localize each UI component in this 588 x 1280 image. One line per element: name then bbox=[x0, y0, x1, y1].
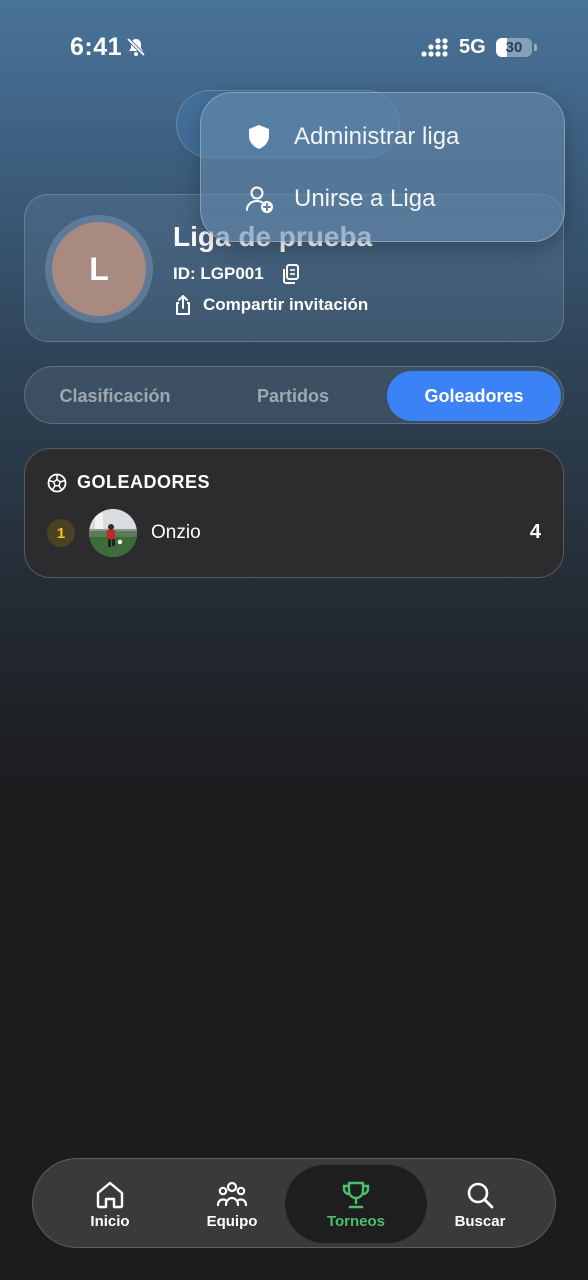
rank-badge: 1 bbox=[47, 519, 75, 547]
tab-partidos[interactable]: Partidos bbox=[207, 371, 379, 421]
battery-indicator: 30 bbox=[496, 38, 532, 57]
copy-icon[interactable] bbox=[281, 263, 301, 285]
nav-label: Torneos bbox=[326, 1212, 386, 1230]
player-goals: 4 bbox=[529, 521, 541, 543]
nav-inicio[interactable]: Inicio bbox=[45, 1165, 175, 1243]
network-label: 5G bbox=[459, 36, 486, 58]
scorers-card: GOLEADORES 1 Onzio 4 bbox=[24, 448, 564, 578]
soccer-ball-icon bbox=[47, 473, 67, 493]
menu-item-unirse-liga[interactable]: Unirse a Liga bbox=[201, 169, 566, 229]
tab-clasificacion[interactable]: Clasificación bbox=[29, 371, 201, 421]
tab-goleadores[interactable]: Goleadores bbox=[387, 371, 561, 421]
search-icon bbox=[467, 1182, 494, 1208]
status-time: 6:41 bbox=[70, 33, 123, 61]
nav-equipo[interactable]: Equipo bbox=[167, 1165, 297, 1243]
team-icon bbox=[216, 1181, 248, 1206]
nav-torneos[interactable]: Torneos bbox=[285, 1165, 427, 1243]
share-invitation-link[interactable]: Compartir invitación bbox=[203, 295, 368, 315]
status-bar: 6:41 5G 30 bbox=[0, 0, 588, 96]
person-add-icon bbox=[246, 186, 273, 213]
bottom-nav: Inicio Equipo Torneos Buscar bbox=[32, 1158, 556, 1248]
menu-item-label: Administrar liga bbox=[294, 123, 460, 150]
signal-icon bbox=[421, 38, 448, 57]
trophy-icon bbox=[342, 1181, 370, 1208]
menu-item-label: Unirse a Liga bbox=[294, 185, 436, 212]
home-icon bbox=[96, 1181, 124, 1208]
league-id: ID: LGP001 bbox=[173, 264, 264, 283]
nav-label: Buscar bbox=[454, 1212, 506, 1230]
player-name: Onzio bbox=[151, 522, 201, 543]
league-tabs: Clasificación Partidos Goleadores bbox=[24, 366, 564, 424]
battery-cap bbox=[534, 44, 537, 51]
nav-label: Equipo bbox=[206, 1212, 258, 1230]
share-icon[interactable] bbox=[173, 294, 193, 316]
league-options-menu: Administrar liga Unirse a Liga bbox=[200, 92, 565, 242]
nav-label: Inicio bbox=[90, 1212, 130, 1230]
shield-icon bbox=[249, 125, 269, 149]
scorers-title: GOLEADORES bbox=[77, 472, 211, 492]
bell-off-icon bbox=[126, 37, 146, 57]
battery-level: 30 bbox=[505, 39, 523, 56]
menu-item-administrar-liga[interactable]: Administrar liga bbox=[201, 107, 566, 167]
nav-buscar[interactable]: Buscar bbox=[415, 1165, 545, 1243]
league-avatar: L bbox=[52, 222, 146, 316]
player-avatar bbox=[89, 509, 137, 557]
